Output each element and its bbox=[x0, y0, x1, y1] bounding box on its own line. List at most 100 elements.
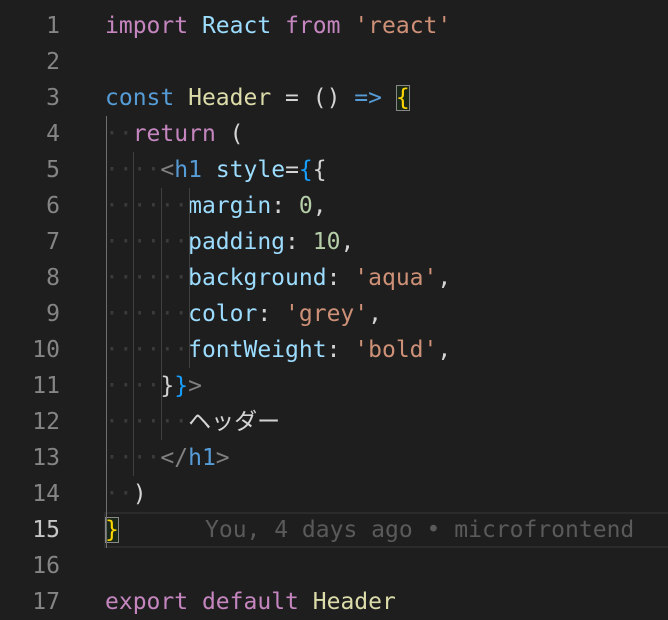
code-token: default bbox=[201, 589, 299, 615]
indent-guide bbox=[189, 188, 190, 368]
code-line[interactable]: 5 ····<h1 style={{ bbox=[0, 152, 668, 188]
code-token: export bbox=[105, 589, 189, 615]
code-token: > bbox=[215, 445, 230, 471]
code-line[interactable]: 13 ····</h1> bbox=[0, 440, 668, 476]
line-number: 6 bbox=[46, 193, 60, 219]
code-token: 'react' bbox=[354, 13, 452, 39]
code-token: : bbox=[285, 229, 313, 255]
line-number: 13 bbox=[32, 445, 60, 471]
code-line[interactable]: 9 ······color: 'grey', bbox=[0, 296, 668, 332]
code-token: 10 bbox=[312, 229, 341, 255]
code-content: import React from 'react' bbox=[105, 8, 451, 44]
code-line[interactable]: 6 ······margin: 0, bbox=[0, 188, 668, 224]
indent-guide bbox=[133, 152, 134, 476]
code-token: React bbox=[201, 13, 272, 39]
code-content: ······background: 'aqua', bbox=[105, 260, 451, 296]
code-line[interactable]: 17 export default Header bbox=[0, 584, 668, 620]
line-number: 15 bbox=[32, 517, 60, 543]
code-token: const bbox=[105, 85, 175, 111]
git-blame-annotation: You, 4 days ago • microfrontend bbox=[205, 517, 635, 543]
code-content: ······fontWeight: 'bold', bbox=[105, 332, 451, 368]
code-token: from bbox=[285, 13, 341, 39]
code-token: , bbox=[340, 229, 355, 255]
code-token: Header bbox=[188, 85, 272, 111]
line-number: 12 bbox=[32, 409, 60, 435]
code-token: : bbox=[271, 193, 299, 219]
line-number: 11 bbox=[32, 373, 60, 399]
code-token: ヘッダー bbox=[188, 409, 281, 435]
code-token: padding bbox=[188, 229, 286, 255]
code-line[interactable]: 10 ······fontWeight: 'bold', bbox=[0, 332, 668, 368]
code-line[interactable]: 7 ······padding: 10, bbox=[0, 224, 668, 260]
code-token: ( bbox=[215, 121, 244, 147]
code-line[interactable]: 3 const Header = () => { bbox=[0, 80, 668, 116]
code-line[interactable]: 8 ······background: 'aqua', bbox=[0, 260, 668, 296]
code-token: h1 bbox=[188, 445, 216, 471]
line-number: 2 bbox=[46, 49, 60, 75]
code-token: => bbox=[354, 85, 382, 111]
code-token: : bbox=[326, 337, 355, 363]
code-token: ······ bbox=[105, 409, 189, 435]
line-number: 5 bbox=[46, 157, 60, 183]
code-token: : bbox=[257, 301, 286, 327]
code-token: { bbox=[312, 157, 327, 183]
code-line[interactable]: 16 bbox=[0, 548, 668, 584]
code-line[interactable]: 15} You, 4 days ago • microfrontend bbox=[0, 512, 668, 548]
code-line[interactable]: 11 ····}}> bbox=[0, 368, 668, 404]
code-content: ······color: 'grey', bbox=[105, 296, 382, 332]
code-token: } bbox=[105, 517, 119, 543]
indent-guide bbox=[106, 116, 107, 548]
code-token: ······ bbox=[105, 229, 189, 255]
code-token: fontWeight bbox=[188, 337, 327, 363]
code-token: = () bbox=[271, 85, 355, 111]
line-number: 7 bbox=[46, 229, 60, 255]
code-token: ) bbox=[132, 481, 147, 507]
code-content: ····<h1 style={{ bbox=[105, 152, 327, 188]
code-token: background bbox=[188, 265, 327, 291]
code-token: } bbox=[160, 373, 175, 399]
code-token: : bbox=[326, 265, 355, 291]
code-line[interactable]: 1 import React from 'react' bbox=[0, 8, 668, 44]
code-token: } bbox=[174, 373, 189, 399]
code-content: ····}}> bbox=[105, 368, 202, 404]
code-line[interactable]: 12 ······ヘッダー bbox=[0, 404, 668, 440]
line-number: 3 bbox=[46, 85, 60, 111]
line-number: 16 bbox=[32, 553, 60, 579]
code-content: ··) bbox=[105, 476, 147, 512]
line-number: 10 bbox=[32, 337, 60, 363]
code-token: , bbox=[312, 193, 327, 219]
code-token: { bbox=[298, 157, 313, 183]
code-content: ····</h1> bbox=[105, 440, 230, 476]
line-number: 17 bbox=[32, 589, 60, 615]
code-token: , bbox=[437, 337, 452, 363]
indent-guide bbox=[161, 404, 162, 440]
code-token: , bbox=[368, 301, 382, 327]
code-token: > bbox=[188, 373, 202, 399]
code-line[interactable]: 14 ··) bbox=[0, 476, 668, 512]
code-token: 'grey' bbox=[285, 301, 369, 327]
code-token: , bbox=[437, 265, 452, 291]
code-token: 'aqua' bbox=[354, 265, 438, 291]
code-token: ·· bbox=[105, 121, 133, 147]
code-token: import bbox=[105, 13, 189, 39]
code-token: style bbox=[215, 157, 286, 183]
code-line[interactable]: 4 ··return ( bbox=[0, 116, 668, 152]
line-number: 8 bbox=[46, 265, 60, 291]
code-token: ······ bbox=[105, 193, 189, 219]
code-line[interactable]: 2 bbox=[0, 44, 668, 80]
code-token: Header bbox=[312, 589, 396, 615]
code-editor[interactable]: 1 import React from 'react' 2 3 const Header… bbox=[0, 8, 668, 620]
code-token: margin bbox=[188, 193, 272, 219]
code-token: 'bold' bbox=[354, 337, 438, 363]
code-token: = bbox=[285, 157, 299, 183]
code-content: export default Header bbox=[105, 584, 396, 620]
code-content: } bbox=[105, 512, 119, 548]
